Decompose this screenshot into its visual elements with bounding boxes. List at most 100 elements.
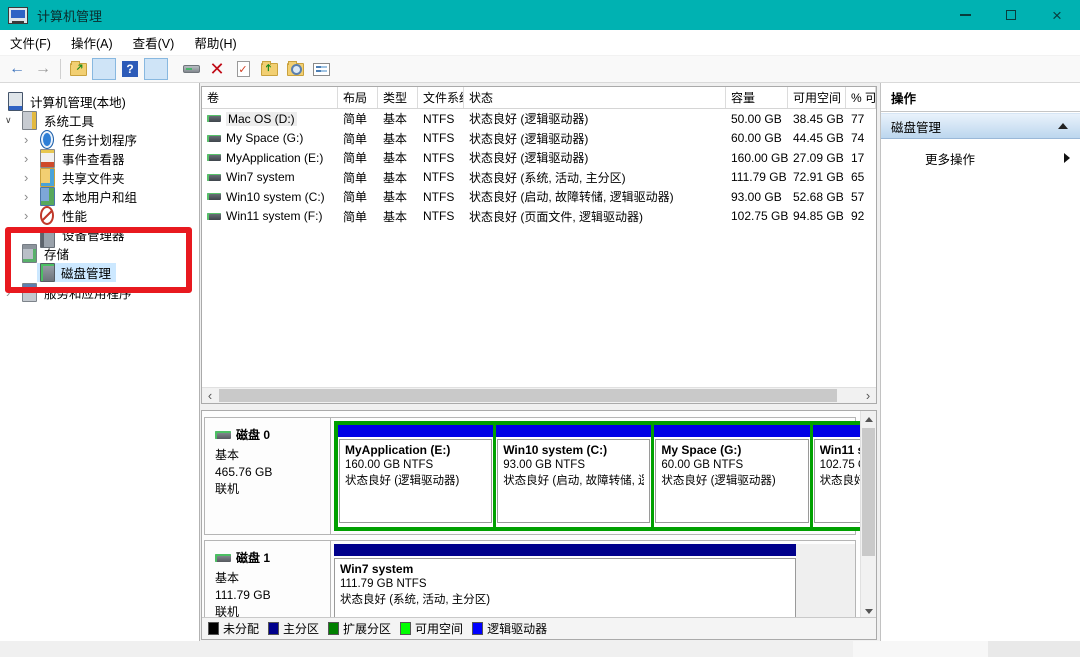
legend-swatch (472, 622, 483, 635)
volume-name: MyApplication (E:) (226, 151, 323, 165)
table-row[interactable]: My Space (G:) 简单 基本 NTFS 状态良好 (逻辑驱动器) 60… (202, 129, 876, 149)
volume-name: My Space (G:) (226, 131, 303, 145)
vertical-scrollbar[interactable] (860, 411, 876, 619)
submenu-arrow-icon (1064, 153, 1070, 163)
partition-size: 111.79 GB NTFS (340, 576, 790, 592)
volume-name: Win11 system (F:) (226, 209, 322, 223)
chevron-right-icon[interactable]: › (6, 283, 10, 302)
disk-kind: 基本 (215, 570, 330, 587)
partition-myapplication[interactable]: MyApplication (E:) 160.00 GB NTFS 状态良好 (… (338, 425, 493, 527)
collapse-arrow-icon[interactable] (1058, 123, 1068, 129)
tree-item-performance[interactable]: › 性能 (0, 206, 198, 225)
disk-size: 465.76 GB (215, 464, 330, 481)
column-header-layout[interactable]: 布局 (338, 87, 378, 108)
volume-list-pane: 卷 布局 类型 文件系统 状态 容量 可用空间 % 可用 Mac OS (D:)… (201, 86, 877, 404)
column-header-free-space[interactable]: 可用空间 (788, 87, 846, 108)
disk-0-label[interactable]: 磁盘 0 基本 465.76 GB 联机 (205, 418, 331, 534)
partition-status: 状态良好 (逻辑驱动器) (661, 473, 802, 489)
tree-item-shared-folders[interactable]: › 共享文件夹 (0, 168, 198, 187)
volume-icon (207, 193, 221, 200)
export-folder-button[interactable] (257, 58, 281, 80)
chevron-right-icon[interactable]: › (24, 206, 28, 225)
show-action-pane-button[interactable] (144, 58, 168, 80)
disk-management-section-bar[interactable]: 磁盘管理 (881, 113, 1080, 139)
chevron-right-icon[interactable]: › (24, 187, 28, 206)
chevron-down-icon[interactable]: ∨ (5, 111, 12, 130)
menu-view[interactable]: 查看(V) (123, 33, 185, 52)
partition-win10-system[interactable]: Win10 system (C:) 93.00 GB NTFS 状态良好 (启动… (496, 425, 651, 527)
disk-graphical-pane: 磁盘 0 基本 465.76 GB 联机 MyApplication (E:) … (201, 410, 877, 640)
column-header-filesystem[interactable]: 文件系统 (418, 87, 464, 108)
tree-item-storage[interactable]: ∨ 存储 (0, 244, 198, 263)
scroll-up-arrow[interactable] (861, 411, 876, 427)
toolbar: ← → ? ✕ ✓ (0, 56, 1080, 83)
close-button[interactable]: × (1034, 0, 1080, 30)
tree-item-disk-management[interactable]: 磁盘管理 (0, 263, 198, 282)
partition-size: 160.00 GB NTFS (345, 457, 486, 473)
minimize-button[interactable] (942, 0, 988, 30)
tree-item-local-users-groups[interactable]: › 本地用户和组 (0, 187, 198, 206)
remote-device-icon (183, 65, 200, 73)
tree-item-system-tools[interactable]: ∨ 系统工具 (0, 111, 198, 130)
partition-name: Win7 system (340, 562, 790, 576)
table-row[interactable]: Mac OS (D:) 简单 基本 NTFS 状态良好 (逻辑驱动器) 50.0… (202, 109, 876, 129)
tree-item-device-manager[interactable]: 设备管理器 (0, 225, 198, 244)
app-icon (8, 7, 28, 24)
forward-button[interactable]: → (31, 58, 55, 80)
taskbar-strip (0, 641, 1080, 657)
properties-list-button[interactable] (309, 58, 333, 80)
volume-name: Mac OS (D:) (226, 112, 297, 126)
partition-my-space[interactable]: My Space (G:) 60.00 GB NTFS 状态良好 (逻辑驱动器) (654, 425, 809, 527)
column-header-status[interactable]: 状态 (464, 87, 726, 108)
column-header-capacity[interactable]: 容量 (726, 87, 788, 108)
tree-item-event-viewer[interactable]: › 事件查看器 (0, 149, 198, 168)
legend-unallocated: 未分配 (208, 620, 259, 637)
horizontal-scrollbar[interactable]: ‹ › (202, 387, 876, 403)
chevron-right-icon[interactable]: › (24, 130, 28, 149)
legend-swatch (268, 622, 279, 635)
table-row[interactable]: Win10 system (C:) 简单 基本 NTFS 状态良好 (启动, 故… (202, 187, 876, 207)
tree-item-task-scheduler[interactable]: › 任务计划程序 (0, 130, 198, 149)
scrollbar-thumb[interactable] (219, 389, 837, 402)
tree-item-computer-management[interactable]: 计算机管理(本地) (0, 92, 198, 111)
tree-item-label: 系统工具 (44, 111, 94, 130)
scroll-right-arrow[interactable]: › (860, 388, 876, 403)
table-row[interactable]: MyApplication (E:) 简单 基本 NTFS 状态良好 (逻辑驱动… (202, 148, 876, 168)
find-folder-button[interactable] (283, 58, 307, 80)
partition-legend: 未分配 主分区 扩展分区 可用空间 逻辑驱动器 (202, 617, 876, 639)
table-row[interactable]: Win7 system 简单 基本 NTFS 状态良好 (系统, 活动, 主分区… (202, 168, 876, 188)
chevron-down-icon[interactable]: ∨ (5, 244, 12, 263)
column-header-type[interactable]: 类型 (378, 87, 418, 108)
volume-icon (207, 135, 221, 142)
table-row[interactable]: Win11 system (F:) 简单 基本 NTFS 状态良好 (页面文件,… (202, 207, 876, 227)
maximize-button[interactable] (988, 0, 1034, 30)
chevron-right-icon[interactable]: › (24, 168, 28, 187)
scroll-left-arrow[interactable]: ‹ (202, 388, 218, 403)
remote-device-button[interactable] (179, 58, 203, 80)
partition-name: My Space (G:) (661, 443, 802, 457)
tree-item-label: 性能 (62, 206, 87, 225)
help-button[interactable]: ? (118, 58, 142, 80)
up-folder-button[interactable] (66, 58, 90, 80)
back-button[interactable]: ← (5, 58, 29, 80)
menu-file[interactable]: 文件(F) (0, 33, 61, 52)
legend-label: 主分区 (283, 620, 319, 637)
disk-size: 111.79 GB (215, 587, 330, 604)
partition-size: 60.00 GB NTFS (661, 457, 802, 473)
show-console-tree-button[interactable] (92, 58, 116, 80)
check-document-button[interactable]: ✓ (231, 58, 255, 80)
legend-label: 可用空间 (415, 620, 463, 637)
scrollbar-thumb[interactable] (862, 428, 875, 556)
more-actions-item[interactable]: 更多操作 (881, 145, 1080, 171)
legend-swatch (208, 622, 219, 635)
menu-help[interactable]: 帮助(H) (184, 33, 246, 52)
menu-action[interactable]: 操作(A) (61, 33, 123, 52)
chevron-right-icon[interactable]: › (24, 149, 28, 168)
column-header-percent-free[interactable]: % 可用 (846, 87, 876, 108)
column-header-volume[interactable]: 卷 (202, 87, 338, 108)
volume-icon (207, 174, 221, 181)
up-folder-icon (70, 63, 87, 76)
tree-item-label: 本地用户和组 (62, 187, 137, 206)
delete-button[interactable]: ✕ (205, 58, 229, 80)
tree-item-services-applications[interactable]: › 服务和应用程序 (0, 283, 198, 302)
